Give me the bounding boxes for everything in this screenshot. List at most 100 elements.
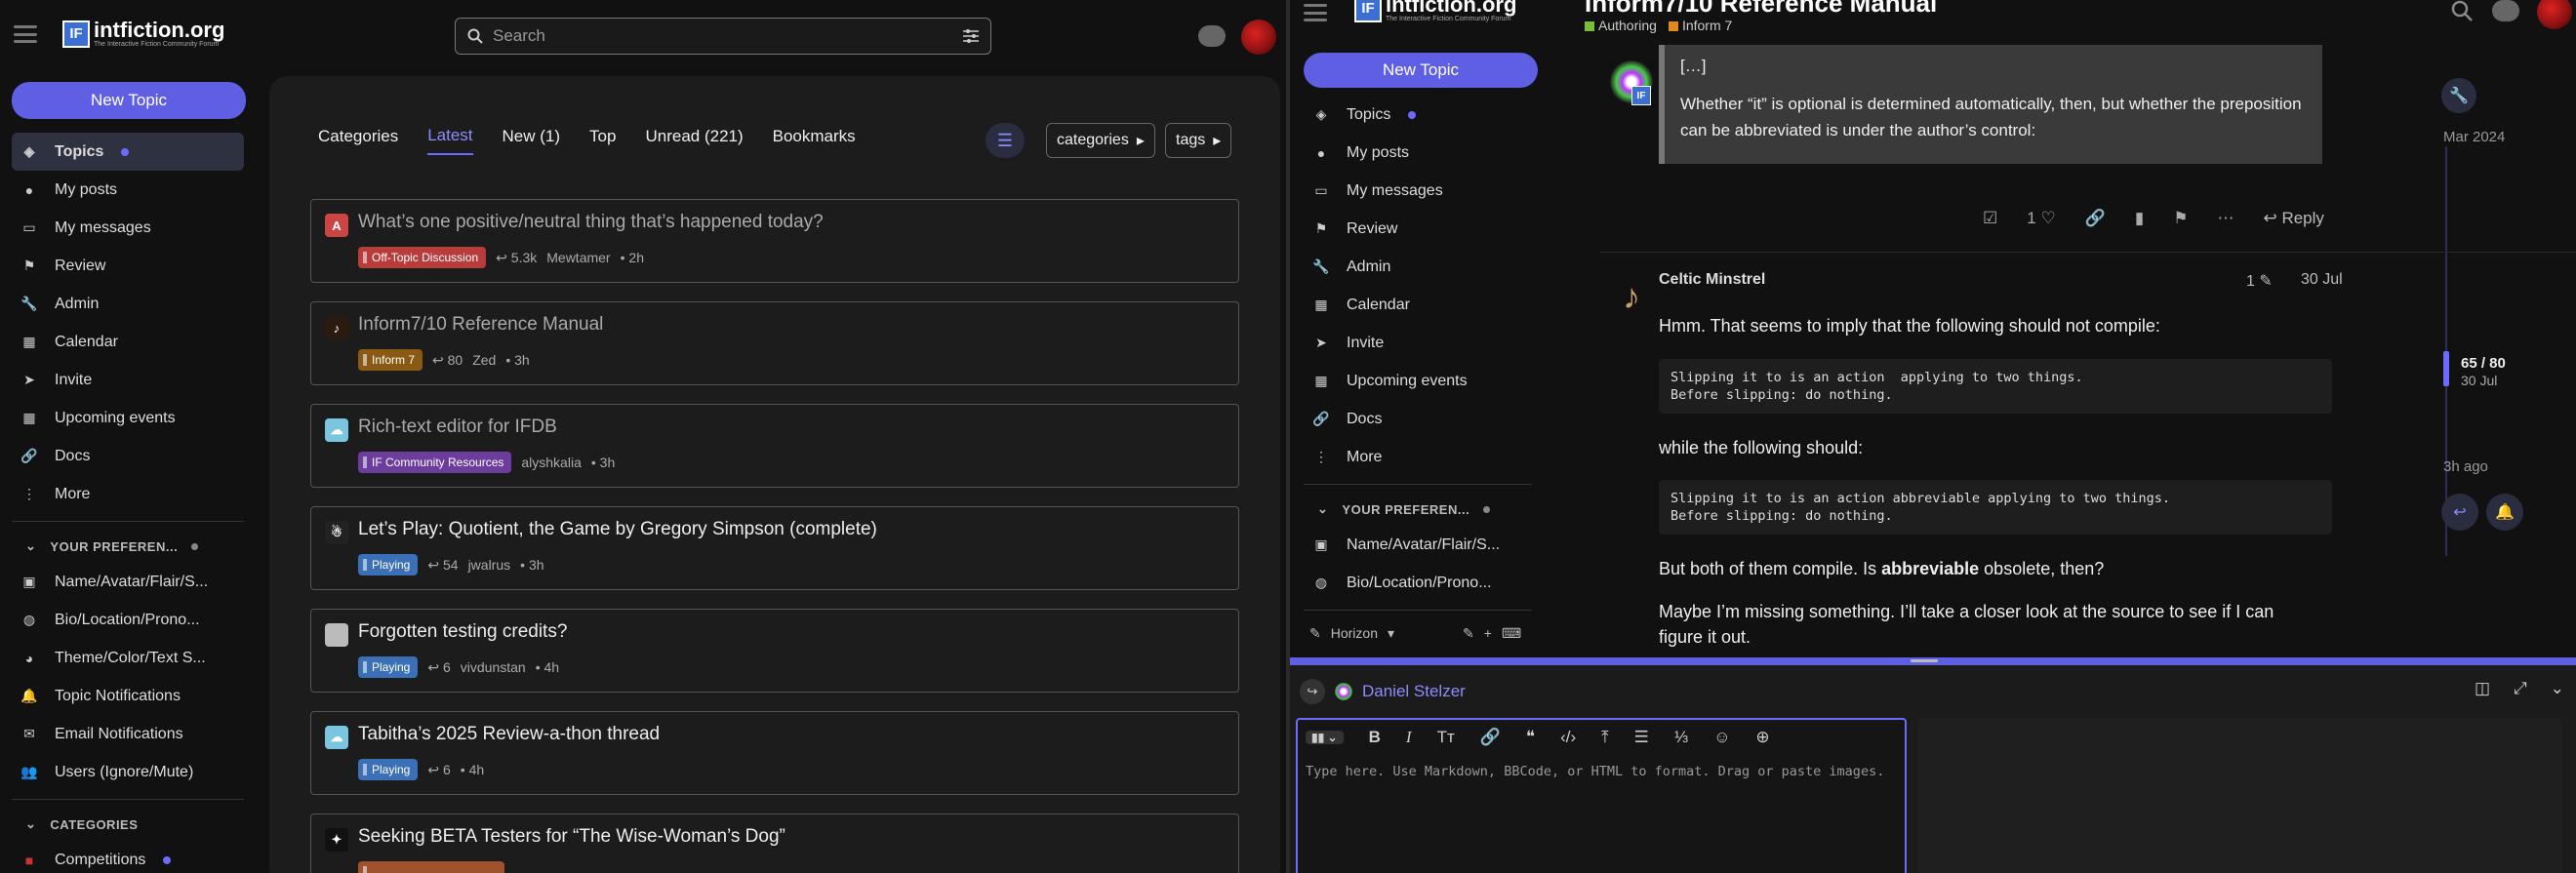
harp-avatar-icon[interactable]: ♪ <box>1610 275 1653 318</box>
heading-icon[interactable]: Tт <box>1437 728 1455 747</box>
sidebar-item-my-posts[interactable]: ● My posts <box>1304 134 1532 172</box>
sidebar-category-competitions[interactable]: ■ Competitions <box>12 841 244 873</box>
theme-selector[interactable]: Horizon <box>1331 625 1378 641</box>
sidebar-item-more[interactable]: ⋮ More <box>12 475 244 513</box>
timeline-end[interactable]: 3h ago <box>2443 458 2488 475</box>
tags-dropdown[interactable]: tags ▸ <box>1165 123 1232 158</box>
search-input[interactable] <box>493 26 953 46</box>
sidebar-item-my-messages[interactable]: ▭ My messages <box>1304 172 1532 210</box>
sidebar-item-name-avatar-flair-s[interactable]: ▣ Name/Avatar/Flair/S... <box>1304 526 1532 564</box>
sidebar-item-review[interactable]: ⚑ Review <box>12 247 244 285</box>
user-avatar[interactable] <box>2537 0 2572 29</box>
nav-tab-bookmarks[interactable]: Bookmarks <box>773 119 856 154</box>
notification-bell-icon[interactable]: 🔔 <box>2486 494 2523 531</box>
sidebar-item-calendar[interactable]: ▦ Calendar <box>1304 286 1532 324</box>
topic-list-item[interactable]: ♪ Inform7/10 Reference Manual Inform 7 ↩ 80… <box>310 301 1239 385</box>
category-badge[interactable]: Inform 7 <box>358 349 423 371</box>
topic-title[interactable]: Inform7/10 Reference Manual <box>1585 0 1937 19</box>
category-badge[interactable] <box>358 861 504 873</box>
blockquote-icon[interactable]: ❝ <box>1526 728 1535 747</box>
minimize-composer-icon[interactable]: ⌄ <box>2551 679 2564 698</box>
sidebar-item-upcoming-events[interactable]: ▦ Upcoming events <box>12 399 244 437</box>
bookmark-icon[interactable]: ▮ <box>2135 209 2144 228</box>
user-avatar[interactable] <box>1241 20 1276 55</box>
timeline-handle[interactable] <box>2443 351 2449 386</box>
site-logo[interactable]: IF intfiction.org The Interactive Fictio… <box>62 20 224 48</box>
copy-link-icon[interactable]: 🔗 <box>2085 209 2106 228</box>
topic-title-link[interactable]: Tabitha’s 2025 Review-a-thon thread <box>358 724 660 745</box>
sidebar-item-invite[interactable]: ➤ Invite <box>1304 324 1532 362</box>
search-icon[interactable] <box>2451 0 2473 21</box>
bullet-list-icon[interactable]: ☰ <box>1634 728 1649 747</box>
topic-title-link[interactable]: Let’s Play: Quotient, the Game by Gregor… <box>358 519 877 540</box>
nav-tab-unread-221[interactable]: Unread (221) <box>645 119 743 154</box>
reply-action-icon[interactable]: ↪ <box>1300 679 1325 704</box>
italic-icon[interactable]: I <box>1406 728 1412 747</box>
timeline-start-date[interactable]: Mar 2024 <box>2443 129 2505 145</box>
topic-poster-avatar[interactable]: ☁ <box>325 726 348 749</box>
new-topic-button[interactable]: New Topic <box>12 82 246 119</box>
sidebar-item-more[interactable]: ⋮ More <box>1304 438 1532 476</box>
hamburger-menu-icon[interactable] <box>14 25 37 43</box>
topic-title-link[interactable]: Rich-text editor for IFDB <box>358 417 557 438</box>
last-poster[interactable]: jwalrus <box>468 557 511 573</box>
sidebar-item-topic-notifications[interactable]: 🔔 Topic Notifications <box>12 677 244 715</box>
sidebar-item-bio-location-prono[interactable]: ◍ Bio/Location/Prono... <box>12 601 244 639</box>
sidebar-item-review[interactable]: ⚑ Review <box>1304 210 1532 248</box>
search-box[interactable] <box>455 18 991 55</box>
category-authoring[interactable]: Authoring <box>1585 18 1657 33</box>
add-plus-icon[interactable]: ⊕ <box>1755 728 1769 747</box>
toggle-preview-icon[interactable]: ◫ <box>2475 679 2490 698</box>
nav-tab-categories[interactable]: Categories <box>318 119 398 154</box>
topic-title-link[interactable]: Inform7/10 Reference Manual <box>358 314 603 336</box>
reply-button[interactable]: ↩ Reply <box>2263 209 2323 228</box>
composer-textarea[interactable] <box>1306 763 1891 870</box>
keyboard-icon[interactable]: ⌨ <box>1502 625 1521 642</box>
topic-list-item[interactable]: ☃ Let’s Play: Quotient, the Game by Grego… <box>310 506 1239 590</box>
upload-icon[interactable]: ⤒ <box>1601 728 1609 747</box>
post-author-name[interactable]: Celtic Minstrel <box>1659 271 1765 289</box>
topic-list-item[interactable]: Forgotten testing credits? Playing ↩ 6 vivd… <box>310 609 1239 693</box>
post-date[interactable]: 30 Jul <box>2301 271 2343 289</box>
edit-sidebar-icon[interactable]: ✎ <box>1463 625 1474 642</box>
categories-dropdown[interactable]: categories ▸ <box>1046 123 1155 158</box>
category-badge[interactable]: Playing <box>358 759 419 780</box>
sidebar-item-theme-color-text-s[interactable]: ◕ Theme/Color/Text S... <box>12 639 244 677</box>
site-logo[interactable]: IF intfiction.org The Interactive Fictio… <box>1354 0 1516 22</box>
sidebar-item-name-avatar-flair-s[interactable]: ▣ Name/Avatar/Flair/S... <box>12 563 244 601</box>
topic-list-item[interactable]: ☁ Tabitha’s 2025 Review-a-thon thread Play… <box>310 711 1239 795</box>
admin-wrench-icon[interactable]: 🔧 <box>2441 78 2476 113</box>
emoji-icon[interactable]: ☺ <box>1713 728 1730 747</box>
topic-list-item[interactable]: ☁ Rich-text editor for IFDB IF Community R… <box>310 404 1239 488</box>
sidebar-item-upcoming-events[interactable]: ▦ Upcoming events <box>1304 362 1532 400</box>
last-poster[interactable]: vivdunstan <box>461 659 526 675</box>
last-poster[interactable]: alyshkalia <box>521 455 581 470</box>
code-icon[interactable]: ‹/› <box>1560 728 1576 747</box>
sidebar-item-admin[interactable]: 🔧 Admin <box>1304 248 1532 286</box>
category-inform7[interactable]: Inform 7 <box>1668 18 1732 33</box>
topic-title-link[interactable]: Forgotten testing credits? <box>358 621 567 643</box>
composer-grip[interactable] <box>1911 659 1938 662</box>
preferences-section-header[interactable]: ⌄ YOUR PREFEREN... <box>12 530 244 563</box>
sidebar-item-docs[interactable]: 🔗 Docs <box>12 437 244 475</box>
topic-list-item[interactable]: ✦ Seeking BETA Testers for “The Wise-Woma… <box>310 813 1239 873</box>
nav-tab-latest[interactable]: Latest <box>427 118 473 155</box>
timeline-reply-icon[interactable]: ↩ <box>2441 494 2478 531</box>
last-poster[interactable]: Zed <box>472 352 496 368</box>
topic-poster-avatar[interactable]: A <box>325 214 348 237</box>
category-badge[interactable]: Playing <box>358 656 419 678</box>
hamburger-menu-icon[interactable] <box>1304 4 1327 21</box>
edit-history[interactable]: 1 ✎ <box>2246 271 2273 291</box>
sidebar-item-admin[interactable]: 🔧 Admin <box>12 285 244 323</box>
link-icon[interactable]: 🔗 <box>1480 728 1501 747</box>
topic-poster-avatar[interactable]: ☃ <box>325 521 348 544</box>
sidebar-item-bio-location-prono[interactable]: ◍ Bio/Location/Prono... <box>1304 564 1532 602</box>
numbered-list-icon[interactable]: ⅓ <box>1674 728 1688 747</box>
bold-icon[interactable]: B <box>1369 728 1381 747</box>
nav-tab-top[interactable]: Top <box>589 119 616 154</box>
sidebar-item-invite[interactable]: ➤ Invite <box>12 361 244 399</box>
sidebar-item-users-ignore-mute[interactable]: 👥 Users (Ignore/Mute) <box>12 753 244 791</box>
categories-section-header[interactable]: ⌄ CATEGORIES <box>12 808 244 841</box>
topic-poster-avatar[interactable]: ✦ <box>325 828 348 852</box>
like-button[interactable]: 1 ♡ <box>2027 209 2055 228</box>
